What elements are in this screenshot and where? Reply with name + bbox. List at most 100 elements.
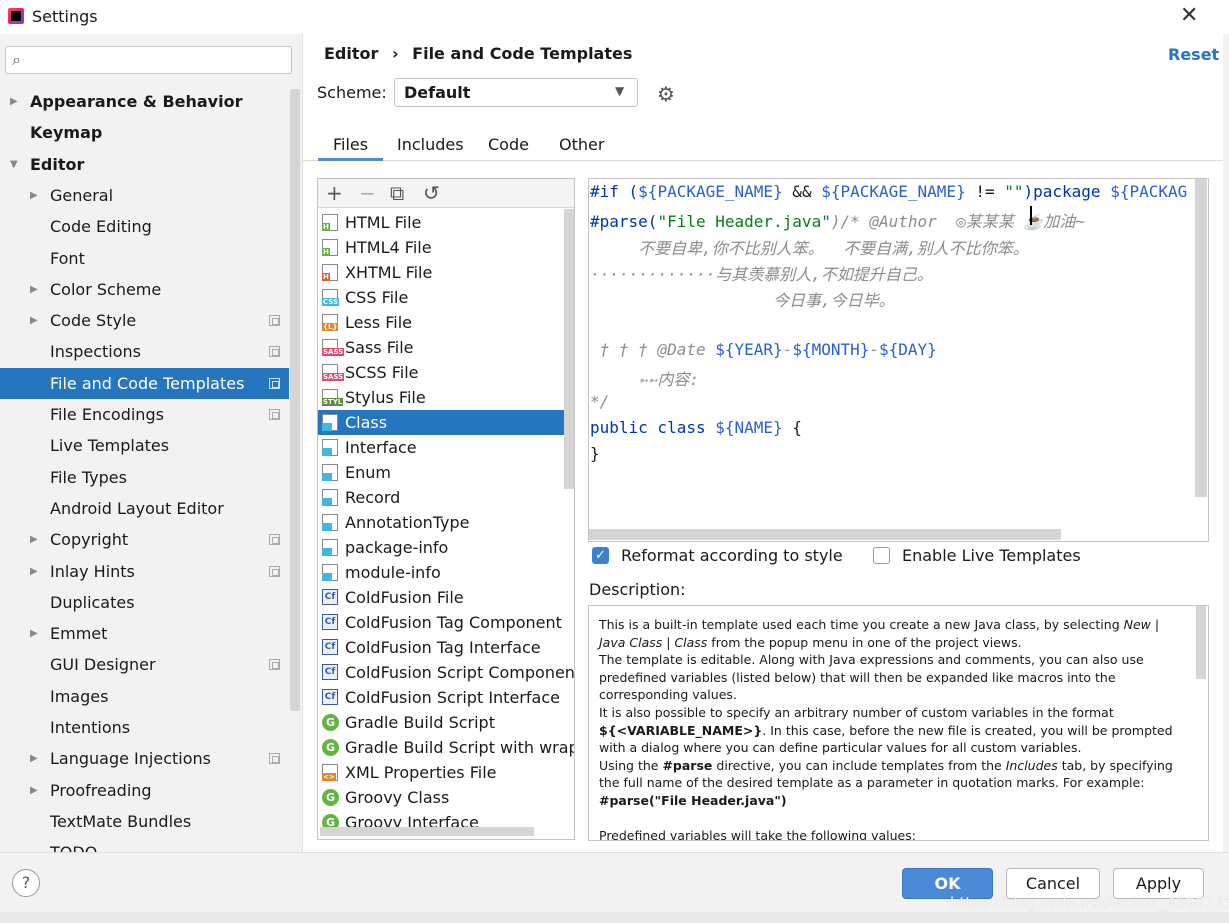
chevron-right-icon[interactable]: ▶ bbox=[10, 86, 18, 117]
sidebar-item-duplicates[interactable]: Duplicates bbox=[0, 587, 289, 618]
help-button[interactable]: ? bbox=[12, 869, 40, 897]
add-icon[interactable]: + bbox=[326, 181, 343, 205]
template-item[interactable]: G Gradle Build Script bbox=[318, 710, 574, 735]
tab-code[interactable]: Code bbox=[473, 135, 544, 161]
sidebar-item-label: File Types bbox=[50, 467, 127, 487]
template-item[interactable]: <> XML Properties File bbox=[318, 760, 574, 785]
code-line: † † † @Date ${YEAR}-${MONTH}-${DAY} bbox=[590, 340, 937, 359]
close-icon[interactable]: ✕ bbox=[1180, 3, 1198, 28]
css-file-icon: CSS bbox=[322, 289, 340, 306]
project-copy-icon bbox=[269, 346, 280, 358]
sidebar-item-editor[interactable]: ▼ Editor bbox=[0, 149, 289, 180]
template-item[interactable]: G Groovy Class bbox=[318, 785, 574, 810]
sidebar-item-keymap[interactable]: Keymap bbox=[0, 117, 289, 148]
sidebar-item-proofreading[interactable]: ▶ Proofreading bbox=[0, 775, 289, 806]
live-templates-label: Enable Live Templates bbox=[902, 546, 1081, 565]
sidebar-item-inlay-hints[interactable]: ▶ Inlay Hints bbox=[0, 556, 289, 587]
tab-includes[interactable]: Includes bbox=[382, 135, 479, 161]
chevron-right-icon[interactable]: ▶ bbox=[30, 618, 38, 649]
sidebar-item-file-and-code-templates[interactable]: File and Code Templates bbox=[0, 367, 289, 399]
editor-hscrollbar[interactable] bbox=[589, 529, 1061, 540]
sidebar-item-emmet[interactable]: ▶ Emmet bbox=[0, 618, 289, 649]
right-edge bbox=[1223, 34, 1229, 852]
sidebar-item-gui-designer[interactable]: GUI Designer bbox=[0, 649, 289, 680]
template-item-label: HTML4 File bbox=[345, 238, 432, 257]
copy-icon[interactable]: ⧉ bbox=[390, 181, 404, 205]
template-item[interactable]: Cf ColdFusion Tag Interface bbox=[318, 635, 574, 660]
template-item[interactable]: Class bbox=[318, 410, 574, 435]
description-scrollbar[interactable] bbox=[1196, 606, 1206, 679]
gear-icon[interactable]: ⚙ bbox=[657, 82, 675, 106]
sidebar-item-code-editing[interactable]: Code Editing bbox=[0, 211, 289, 242]
template-code-editor[interactable]: #if (${PACKAGE_NAME} && ${PACKAGE_NAME} … bbox=[588, 178, 1209, 542]
template-item-label: module-info bbox=[345, 563, 441, 582]
template-item[interactable]: SASS SCSS File bbox=[318, 360, 574, 385]
sidebar-item-android-layout-editor[interactable]: Android Layout Editor bbox=[0, 493, 289, 524]
sidebar-item-copyright[interactable]: ▶ Copyright bbox=[0, 524, 289, 555]
live-templates-checkbox[interactable] bbox=[873, 547, 890, 564]
template-item-label: ColdFusion Tag Component bbox=[345, 613, 562, 632]
template-item-label: Record bbox=[345, 488, 401, 507]
tab-other[interactable]: Other bbox=[544, 135, 619, 161]
coldfusion-icon: Cf bbox=[322, 589, 338, 605]
sidebar-scrollbar[interactable] bbox=[290, 89, 300, 711]
template-item[interactable]: H HTML4 File bbox=[318, 235, 574, 260]
template-item[interactable]: Interface bbox=[318, 435, 574, 460]
chevron-right-icon[interactable]: ▶ bbox=[30, 274, 38, 305]
template-item[interactable]: Cf ColdFusion Tag Component bbox=[318, 610, 574, 635]
chevron-right-icon[interactable]: ▶ bbox=[30, 556, 38, 587]
chevron-right-icon[interactable]: ▶ bbox=[30, 180, 38, 211]
reformat-checkbox[interactable]: ✓ bbox=[592, 547, 609, 564]
scss-file-icon: SASS bbox=[322, 364, 345, 381]
sidebar-item-color-scheme[interactable]: ▶ Color Scheme bbox=[0, 274, 289, 305]
sidebar-item-inspections[interactable]: Inspections bbox=[0, 336, 289, 367]
template-item[interactable]: H XHTML File bbox=[318, 260, 574, 285]
sidebar-item-general[interactable]: ▶ General bbox=[0, 180, 289, 211]
description-panel: This is a built-in template used each ti… bbox=[588, 605, 1209, 841]
chevron-right-icon[interactable]: ▶ bbox=[30, 305, 38, 336]
scheme-dropdown[interactable]: Default ▼ bbox=[394, 78, 638, 107]
gradle-icon: G bbox=[322, 739, 339, 756]
chevron-right-icon[interactable]: ▶ bbox=[30, 743, 38, 774]
sidebar-item-font[interactable]: Font bbox=[0, 243, 289, 274]
tab-files[interactable]: Files bbox=[318, 135, 384, 161]
template-item[interactable]: Cf ColdFusion Script Component bbox=[318, 660, 574, 685]
template-item[interactable]: {L} Less File bbox=[318, 310, 574, 335]
sidebar-item-appearance-behavior[interactable]: ▶ Appearance & Behavior bbox=[0, 86, 289, 117]
chevron-right-icon[interactable]: ▶ bbox=[30, 775, 38, 806]
chevron-down-icon[interactable]: ▼ bbox=[10, 149, 18, 180]
sidebar-item-language-injections[interactable]: ▶ Language Injections bbox=[0, 743, 289, 774]
remove-icon[interactable]: − bbox=[359, 181, 376, 205]
template-item[interactable]: H HTML File bbox=[318, 210, 574, 235]
template-item[interactable]: module-info bbox=[318, 560, 574, 585]
sidebar-item-live-templates[interactable]: Live Templates bbox=[0, 430, 289, 461]
template-item[interactable]: package-info bbox=[318, 535, 574, 560]
sidebar-item-todo[interactable]: TODO bbox=[0, 837, 289, 852]
template-list-hscrollbar[interactable] bbox=[320, 827, 534, 836]
chevron-right-icon[interactable]: ▶ bbox=[30, 524, 38, 555]
sidebar-item-code-style[interactable]: ▶ Code Style bbox=[0, 305, 289, 336]
reset-link[interactable]: Reset bbox=[1168, 45, 1219, 64]
sidebar-item-intentions[interactable]: Intentions bbox=[0, 712, 289, 743]
search-icon: ⌕ bbox=[12, 50, 21, 69]
description-para: The template is editable. Along with Jav… bbox=[599, 652, 1144, 703]
template-list-scrollbar[interactable] bbox=[564, 209, 574, 489]
settings-search-input[interactable]: ⌕ bbox=[5, 46, 292, 74]
template-item[interactable]: AnnotationType bbox=[318, 510, 574, 535]
sidebar-item-file-types[interactable]: File Types bbox=[0, 462, 289, 493]
template-item[interactable]: Record bbox=[318, 485, 574, 510]
template-item[interactable]: Enum bbox=[318, 460, 574, 485]
sidebar-item-label: Code Style bbox=[50, 311, 137, 331]
sidebar-item-textmate-bundles[interactable]: TextMate Bundles bbox=[0, 806, 289, 837]
template-item[interactable]: CSS CSS File bbox=[318, 285, 574, 310]
template-item[interactable]: SASS Sass File bbox=[318, 335, 574, 360]
editor-vscrollbar[interactable] bbox=[1195, 179, 1207, 497]
reset-icon[interactable]: ↺ bbox=[423, 181, 440, 205]
sidebar-item-file-encodings[interactable]: File Encodings bbox=[0, 399, 289, 430]
template-item[interactable]: Cf ColdFusion Script Interface bbox=[318, 685, 574, 710]
sidebar-item-images[interactable]: Images bbox=[0, 681, 289, 712]
template-item[interactable]: STYL Stylus File bbox=[318, 385, 574, 410]
breadcrumb-editor[interactable]: Editor bbox=[324, 44, 378, 63]
template-item[interactable]: Cf ColdFusion File bbox=[318, 585, 574, 610]
template-item[interactable]: G Gradle Build Script with wrappe bbox=[318, 735, 574, 760]
